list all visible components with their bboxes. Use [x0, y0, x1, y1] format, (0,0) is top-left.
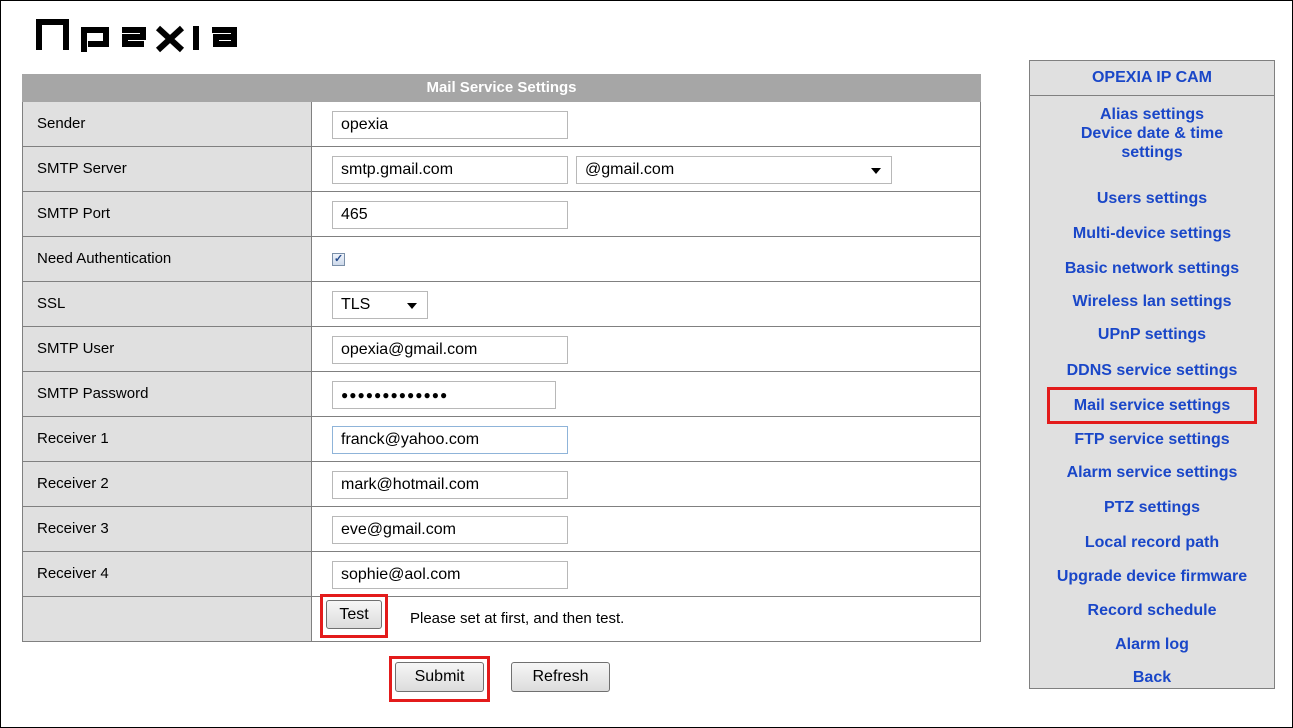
- smtp-server-preset-value: @gmail.com: [585, 161, 675, 178]
- nav-item-basic-network[interactable]: Basic network settings: [1030, 259, 1274, 278]
- ssl-label: SSL: [22, 282, 312, 326]
- receiver-3-input[interactable]: eve@gmail.com: [332, 516, 568, 544]
- nav-item-date-time[interactable]: Device date & time settings: [1030, 124, 1274, 162]
- smtp-password-label: SMTP Password: [22, 372, 312, 416]
- nav-item-local-record[interactable]: Local record path: [1030, 533, 1274, 552]
- row-receiver-2: Receiver 2 mark@hotmail.com: [22, 462, 981, 507]
- ssl-value: TLS: [341, 296, 371, 313]
- row-need-auth: Need Authentication ✓: [22, 237, 981, 282]
- receiver-3-label: Receiver 3: [22, 507, 312, 551]
- checkmark-icon: ✓: [334, 253, 344, 265]
- mail-nav-highlight: [1047, 387, 1257, 424]
- sender-label: Sender: [22, 102, 312, 146]
- chevron-down-icon: [407, 303, 417, 309]
- nav-item-ddns[interactable]: DDNS service settings: [1030, 361, 1274, 380]
- nav-title: OPEXIA IP CAM: [1030, 61, 1274, 96]
- ssl-select[interactable]: TLS: [332, 291, 428, 319]
- nav-item-upnp[interactable]: UPnP settings: [1030, 325, 1274, 344]
- nav-item-alarm-log[interactable]: Alarm log: [1030, 635, 1274, 654]
- smtp-server-label: SMTP Server: [22, 147, 312, 191]
- row-ssl: SSL TLS: [22, 282, 981, 327]
- nav-item-upgrade-firmware[interactable]: Upgrade device firmware: [1030, 567, 1274, 586]
- nav-item-ptz[interactable]: PTZ settings: [1030, 498, 1274, 517]
- need-auth-label: Need Authentication: [22, 237, 312, 281]
- row-smtp-user: SMTP User opexia@gmail.com: [22, 327, 981, 372]
- nav-item-alarm-service[interactable]: Alarm service settings: [1030, 463, 1274, 482]
- nav-item-ftp[interactable]: FTP service settings: [1030, 430, 1274, 449]
- smtp-user-label: SMTP User: [22, 327, 312, 371]
- sidebar-nav: OPEXIA IP CAM Alias settings Device date…: [1029, 60, 1275, 689]
- nav-item-wireless-lan[interactable]: Wireless lan settings: [1030, 292, 1274, 311]
- need-auth-checkbox[interactable]: ✓: [332, 253, 345, 266]
- row-smtp-server: SMTP Server smtp.gmail.com @gmail.com: [22, 147, 981, 192]
- test-hint: Please set at first, and then test.: [410, 610, 625, 627]
- test-button[interactable]: Test: [326, 600, 382, 629]
- smtp-password-input[interactable]: ●●●●●●●●●●●●●: [332, 381, 556, 409]
- smtp-server-input[interactable]: smtp.gmail.com: [332, 156, 568, 184]
- row-receiver-1: Receiver 1 franck@yahoo.com: [22, 417, 981, 462]
- refresh-button[interactable]: Refresh: [511, 662, 610, 692]
- receiver-1-label: Receiver 1: [22, 417, 312, 461]
- chevron-down-icon: [871, 168, 881, 174]
- smtp-server-preset-select[interactable]: @gmail.com: [576, 156, 892, 184]
- receiver-2-input[interactable]: mark@hotmail.com: [332, 471, 568, 499]
- row-receiver-4: Receiver 4 sophie@aol.com: [22, 552, 981, 597]
- smtp-user-input[interactable]: opexia@gmail.com: [332, 336, 568, 364]
- row-smtp-password: SMTP Password ●●●●●●●●●●●●●: [22, 372, 981, 417]
- submit-button[interactable]: Submit: [395, 662, 484, 692]
- opexia-logo: [36, 14, 266, 62]
- nav-item-record-schedule[interactable]: Record schedule: [1030, 601, 1274, 620]
- sender-input[interactable]: opexia: [332, 111, 568, 139]
- receiver-4-input[interactable]: sophie@aol.com: [332, 561, 568, 589]
- receiver-1-input[interactable]: franck@yahoo.com: [332, 426, 568, 454]
- receiver-4-label: Receiver 4: [22, 552, 312, 596]
- smtp-port-label: SMTP Port: [22, 192, 312, 236]
- settings-header: Mail Service Settings: [22, 74, 981, 102]
- nav-item-users[interactable]: Users settings: [1030, 189, 1274, 208]
- receiver-2-label: Receiver 2: [22, 462, 312, 506]
- row-sender: Sender opexia: [22, 102, 981, 147]
- row-smtp-port: SMTP Port 465: [22, 192, 981, 237]
- nav-item-alias[interactable]: Alias settings: [1030, 105, 1274, 124]
- row-receiver-3: Receiver 3 eve@gmail.com: [22, 507, 981, 552]
- smtp-port-input[interactable]: 465: [332, 201, 568, 229]
- nav-item-back[interactable]: Back: [1030, 668, 1274, 687]
- nav-item-multi-device[interactable]: Multi-device settings: [1030, 224, 1274, 243]
